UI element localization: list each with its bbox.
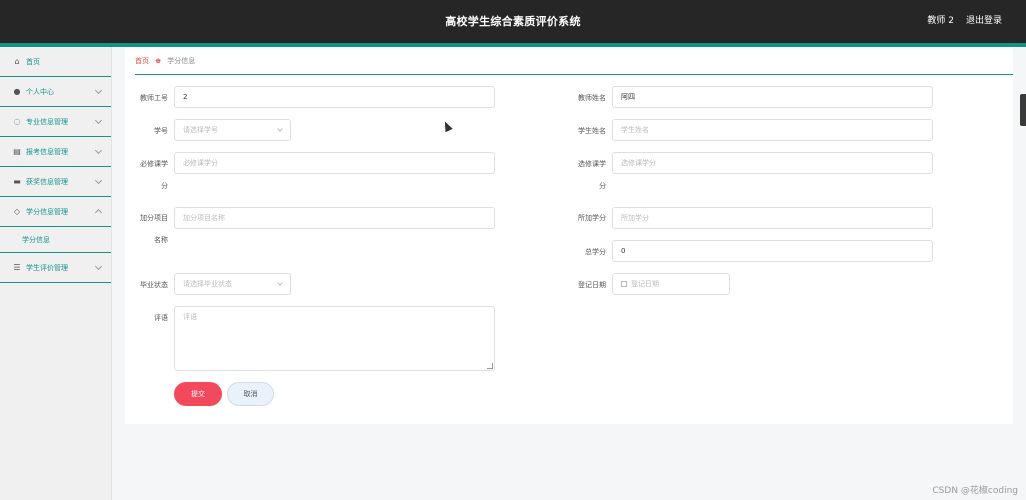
top-bar: 高校学生综合素质评价系统 教师 2 退出登录 <box>0 0 1026 43</box>
sidebar-item-label: 学生评价管理 <box>26 263 68 272</box>
chevron-down-icon <box>277 280 283 286</box>
watermark: CSDN @花椒coding <box>932 486 1018 496</box>
calendar-icon <box>621 281 627 287</box>
submit-button[interactable]: 提交 <box>174 382 222 406</box>
sidebar-item-label: 学分信息管理 <box>26 207 68 216</box>
teacher-name-field[interactable]: 阿四 <box>612 86 933 108</box>
grad-status-placeholder: 请选择毕业状态 <box>183 280 232 288</box>
breadcrumb: 首页 ♚ 学分信息 <box>135 47 1013 75</box>
sidebar-item-label: 专业信息管理 <box>26 117 68 126</box>
chevron-down-icon <box>94 176 103 185</box>
sidebar-item-label: 个人中心 <box>26 87 54 96</box>
student-no-select[interactable]: 请选择学号 <box>174 119 291 141</box>
chevron-down-icon <box>94 116 103 125</box>
sidebar-subitem-credit-info[interactable]: 学分信息 <box>0 227 111 253</box>
elective-credit-field[interactable]: 选修课学分 <box>612 152 933 174</box>
sidebar-item-credit-info[interactable]: ◇ 学分信息管理 <box>0 197 111 227</box>
comment-textarea[interactable]: 评语 <box>174 306 495 371</box>
total-credit-field[interactable]: 0 <box>612 240 933 262</box>
reg-date-picker[interactable]: 登记日期 <box>612 273 730 295</box>
breadcrumb-home[interactable]: 首页 <box>135 56 149 66</box>
sidebar-item-home[interactable]: ⌂ 首页 <box>0 47 111 77</box>
award-icon: ▬ <box>13 177 21 186</box>
sidebar: ⌂ 首页 ● 个人中心 ◌ 专业信息管理 ▤ 报考信息管理 ▬ 获奖信息管理 ◇… <box>0 47 112 500</box>
required-credit-label-wrap: 分 <box>161 182 168 190</box>
user-icon: ● <box>13 87 21 96</box>
clipboard-icon: ▤ <box>13 147 21 156</box>
chevron-down-icon <box>94 262 103 271</box>
required-credit-label: 必修课学 <box>140 160 168 168</box>
elective-credit-label-wrap: 分 <box>599 182 606 190</box>
side-handle[interactable] <box>1020 94 1026 126</box>
bonus-credit-label: 所加学分 <box>578 214 606 222</box>
breadcrumb-current: 学分信息 <box>167 56 196 65</box>
bell-icon: ◇ <box>13 207 21 216</box>
chevron-down-icon <box>94 86 103 95</box>
bonus-item-field[interactable]: 加分项目名称 <box>174 207 495 229</box>
teacher-id-label: 教师工号 <box>140 94 168 102</box>
current-user: 教师 2 <box>927 16 954 26</box>
sidebar-item-major-info[interactable]: ◌ 专业信息管理 <box>0 107 111 137</box>
bonus-item-label-wrap: 名称 <box>154 236 168 244</box>
chevron-up-icon <box>94 208 103 217</box>
student-no-placeholder: 请选择学号 <box>183 126 218 134</box>
bonus-credit-field[interactable]: 所加学分 <box>612 207 933 229</box>
student-name-field[interactable]: 学生姓名 <box>612 119 933 141</box>
sidebar-item-label: 报考信息管理 <box>26 147 68 156</box>
sidebar-item-award-info[interactable]: ▬ 获奖信息管理 <box>0 167 111 197</box>
reg-date-label: 登记日期 <box>578 281 606 289</box>
student-no-label: 学号 <box>154 127 168 135</box>
required-credit-field[interactable]: 必修课学分 <box>174 152 495 174</box>
grad-status-label: 毕业状态 <box>140 281 168 289</box>
sidebar-item-student-evaluation[interactable]: ☰ 学生评价管理 <box>0 253 111 283</box>
sidebar-item-label: 首页 <box>26 57 40 66</box>
logout-link[interactable]: 退出登录 <box>966 0 1002 43</box>
sidebar-item-personal-center[interactable]: ● 个人中心 <box>0 77 111 107</box>
teacher-id-field[interactable]: 2 <box>174 86 495 108</box>
reg-date-placeholder: 登记日期 <box>631 280 659 288</box>
sidebar-item-application-info[interactable]: ▤ 报考信息管理 <box>0 137 111 167</box>
grad-status-select[interactable]: 请选择毕业状态 <box>174 273 291 295</box>
home-icon: ⌂ <box>14 57 20 66</box>
elective-credit-label: 选修课学 <box>578 160 606 168</box>
crown-icon: ♚ <box>155 56 162 65</box>
student-name-label: 学生姓名 <box>578 127 606 135</box>
teacher-name-label: 教师姓名 <box>578 94 606 102</box>
power-icon: ◌ <box>13 117 21 126</box>
resize-grip-icon[interactable] <box>487 363 493 369</box>
cancel-button[interactable]: 取消 <box>227 382 274 406</box>
total-credit-label: 总学分 <box>585 248 606 256</box>
chevron-down-icon <box>94 146 103 155</box>
chevron-down-icon <box>277 126 283 132</box>
sliders-icon: ☰ <box>13 263 21 272</box>
comment-placeholder: 评语 <box>183 313 197 321</box>
app-title: 高校学生综合素质评价系统 <box>445 15 581 28</box>
bonus-item-label: 加分项目 <box>140 214 168 222</box>
comment-label: 评语 <box>154 314 168 322</box>
sidebar-item-label: 获奖信息管理 <box>26 177 68 186</box>
